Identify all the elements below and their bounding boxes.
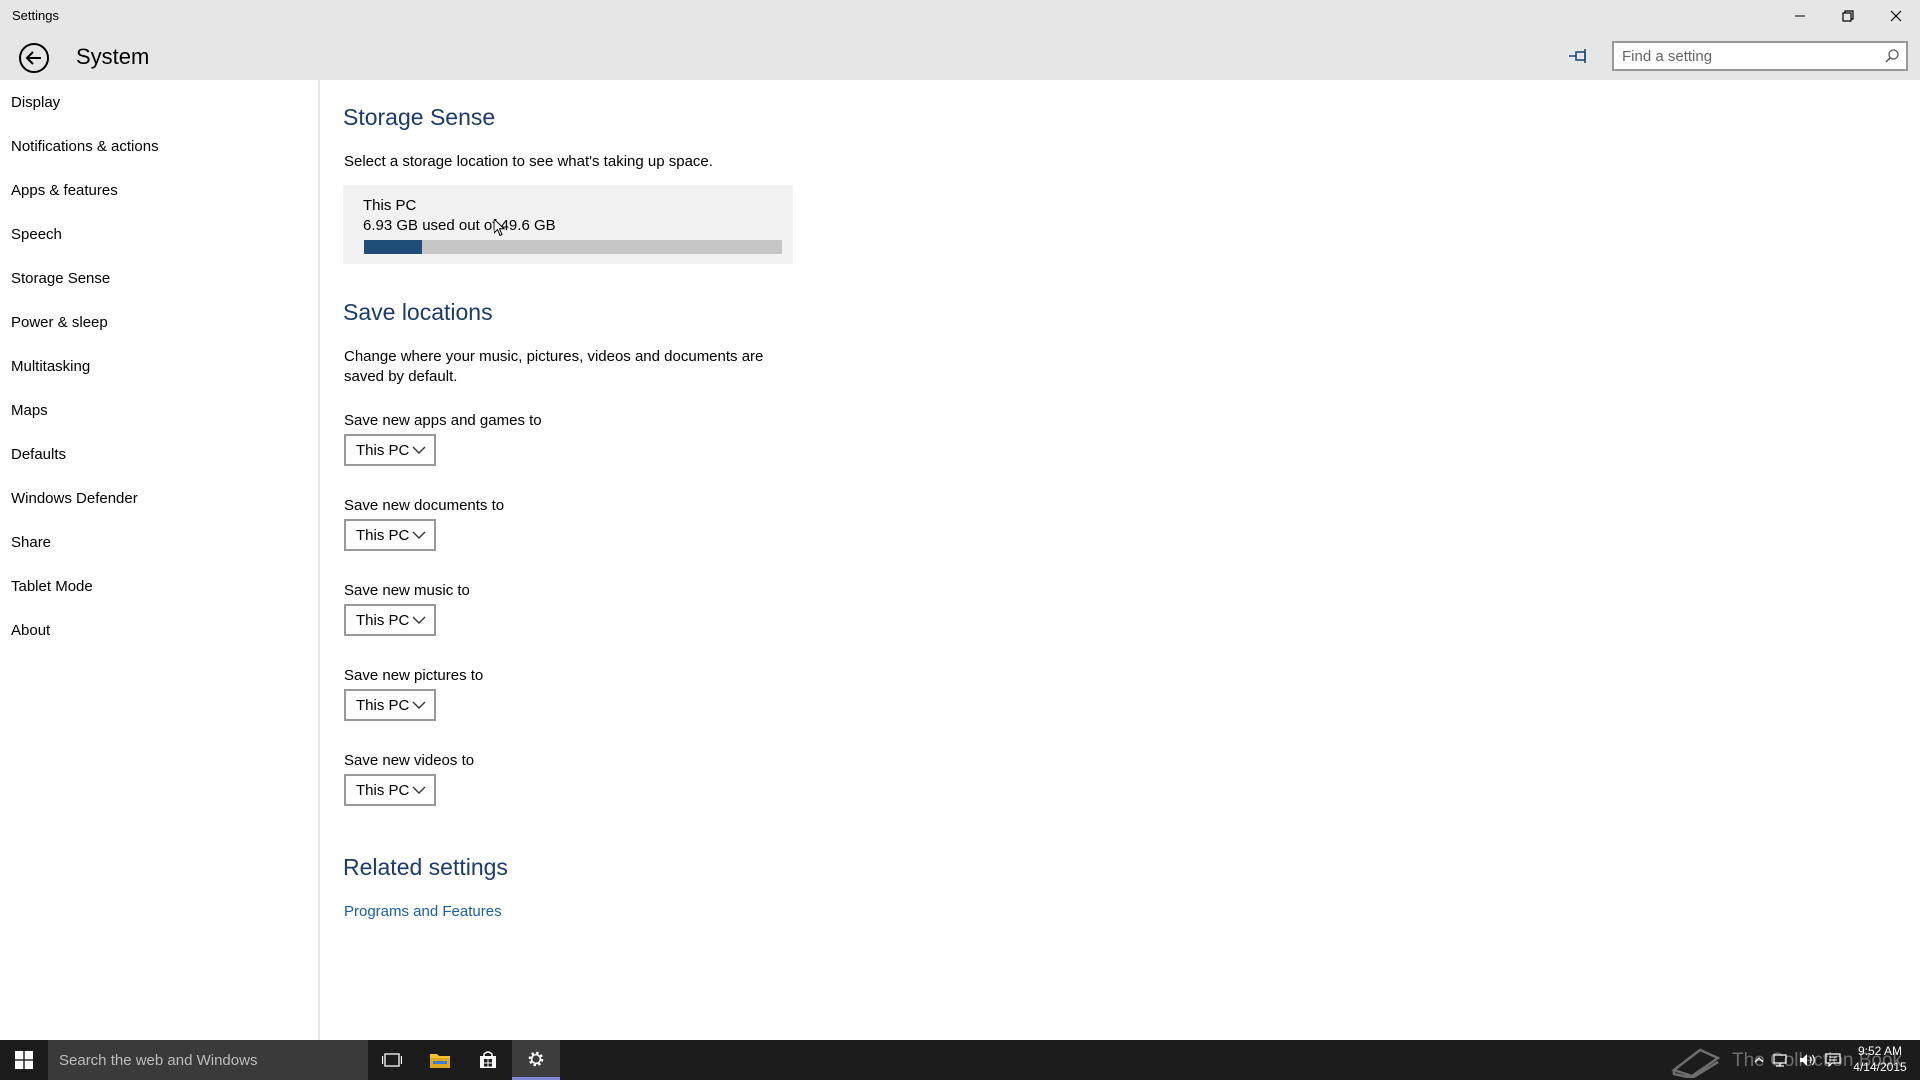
save-pictures-dropdown[interactable]: This PC bbox=[344, 689, 436, 721]
save-documents-dropdown[interactable]: This PC bbox=[344, 519, 436, 551]
chevron-down-icon bbox=[412, 446, 426, 454]
dropdown-value: This PC bbox=[356, 441, 410, 459]
windows-logo-icon bbox=[15, 1051, 33, 1069]
drive-usage-text: 6.93 GB used out of 49.6 GB bbox=[363, 217, 556, 234]
close-button[interactable] bbox=[1872, 0, 1920, 32]
close-icon bbox=[1890, 10, 1902, 22]
sidebar-item-maps[interactable]: Maps bbox=[0, 388, 318, 432]
sidebar-item-notifications[interactable]: Notifications & actions bbox=[0, 124, 318, 168]
dropdown-value: This PC bbox=[356, 696, 410, 714]
save-music-dropdown[interactable]: This PC bbox=[344, 604, 436, 636]
save-locations-heading: Save locations bbox=[343, 299, 493, 325]
dropdown-value: This PC bbox=[356, 611, 410, 629]
chevron-down-icon bbox=[412, 786, 426, 794]
chevron-down-icon bbox=[412, 531, 426, 539]
save-pictures-label: Save new pictures to bbox=[344, 667, 484, 684]
clock-time: 9:52 AM bbox=[1857, 1044, 1903, 1058]
back-arrow-icon bbox=[19, 43, 49, 73]
volume-button[interactable] bbox=[1796, 1040, 1820, 1080]
save-documents-label: Save new documents to bbox=[344, 497, 505, 514]
clock-date: 4/14/2015 bbox=[1853, 1060, 1907, 1074]
pin-icon bbox=[1569, 49, 1586, 63]
storage-sense-heading: Storage Sense bbox=[343, 104, 496, 130]
sidebar-item-display[interactable]: Display bbox=[0, 80, 318, 124]
sidebar-item-defaults[interactable]: Defaults bbox=[0, 432, 318, 476]
window-title: Settings bbox=[12, 8, 59, 23]
related-settings-heading: Related settings bbox=[343, 854, 508, 880]
programs-and-features-link[interactable]: Programs and Features bbox=[344, 903, 502, 920]
save-videos-label: Save new videos to bbox=[344, 752, 475, 769]
chevron-up-icon bbox=[1754, 1057, 1764, 1063]
drive-usage-bar bbox=[364, 240, 782, 254]
speaker-icon bbox=[1800, 1054, 1815, 1066]
action-center-icon bbox=[1825, 1053, 1841, 1067]
sidebar: Display Notifications & actions Apps & f… bbox=[0, 80, 320, 1040]
find-setting-search[interactable] bbox=[1612, 41, 1908, 71]
sidebar-item-about[interactable]: About bbox=[0, 608, 318, 652]
save-apps-label: Save new apps and games to bbox=[344, 412, 542, 429]
storage-location-this-pc[interactable]: This PC 6.93 GB used out of 49.6 GB bbox=[343, 185, 793, 264]
chevron-down-icon bbox=[412, 701, 426, 709]
save-apps-dropdown[interactable]: This PC bbox=[344, 434, 436, 466]
sidebar-item-multitasking[interactable]: Multitasking bbox=[0, 344, 318, 388]
taskbar-clock[interactable]: 9:52 AM 4/14/2015 bbox=[1844, 1043, 1916, 1075]
file-explorer-button[interactable] bbox=[416, 1040, 464, 1080]
settings-header: System bbox=[0, 32, 1920, 80]
show-hidden-icons-button[interactable] bbox=[1750, 1040, 1768, 1080]
drive-name: This PC bbox=[363, 197, 417, 214]
action-center-button[interactable] bbox=[1822, 1040, 1844, 1080]
search-icon[interactable] bbox=[1884, 48, 1900, 64]
folder-icon bbox=[430, 1054, 450, 1068]
back-button[interactable] bbox=[16, 40, 52, 76]
title-bar: Settings bbox=[0, 0, 1920, 32]
sidebar-item-tablet-mode[interactable]: Tablet Mode bbox=[0, 564, 318, 608]
gear-icon bbox=[528, 1051, 544, 1066]
dropdown-value: This PC bbox=[356, 781, 410, 799]
start-button[interactable] bbox=[0, 1040, 48, 1080]
save-locations-description-line2: saved by default. bbox=[344, 368, 458, 385]
sidebar-item-share[interactable]: Share bbox=[0, 520, 318, 564]
sidebar-item-speech[interactable]: Speech bbox=[0, 212, 318, 256]
mouse-cursor-icon bbox=[494, 219, 506, 237]
minimize-button[interactable] bbox=[1776, 0, 1824, 32]
store-icon bbox=[480, 1051, 496, 1068]
save-music-label: Save new music to bbox=[344, 582, 470, 599]
sidebar-item-power-sleep[interactable]: Power & sleep bbox=[0, 300, 318, 344]
store-button[interactable] bbox=[464, 1040, 512, 1080]
dropdown-value: This PC bbox=[356, 526, 410, 544]
pin-to-start-button[interactable] bbox=[1562, 42, 1596, 70]
page-title: System bbox=[76, 44, 150, 69]
taskbar-search-box[interactable]: Search the web and Windows bbox=[48, 1040, 368, 1080]
save-locations-description-line1: Change where your music, pictures, video… bbox=[344, 348, 764, 365]
task-view-button[interactable] bbox=[368, 1040, 416, 1080]
task-view-icon bbox=[382, 1053, 402, 1067]
restore-button[interactable] bbox=[1824, 0, 1872, 32]
sidebar-item-windows-defender[interactable]: Windows Defender bbox=[0, 476, 318, 520]
network-button[interactable] bbox=[1770, 1040, 1794, 1080]
taskbar: Search the web and Windows The Collectio… bbox=[0, 1040, 1920, 1080]
book-icon bbox=[1671, 1048, 1721, 1078]
sidebar-item-storage-sense[interactable]: Storage Sense bbox=[0, 256, 318, 300]
save-videos-dropdown[interactable]: This PC bbox=[344, 774, 436, 806]
settings-app-button[interactable] bbox=[512, 1040, 560, 1080]
sidebar-item-apps-features[interactable]: Apps & features bbox=[0, 168, 318, 212]
drive-usage-bar-fill bbox=[364, 240, 423, 254]
minimize-icon bbox=[1795, 15, 1805, 17]
chevron-down-icon bbox=[412, 616, 426, 624]
restore-icon bbox=[1842, 10, 1854, 22]
storage-sense-description: Select a storage location to see what's … bbox=[344, 153, 713, 170]
search-input[interactable] bbox=[1614, 43, 1864, 69]
network-icon bbox=[1773, 1054, 1787, 1067]
